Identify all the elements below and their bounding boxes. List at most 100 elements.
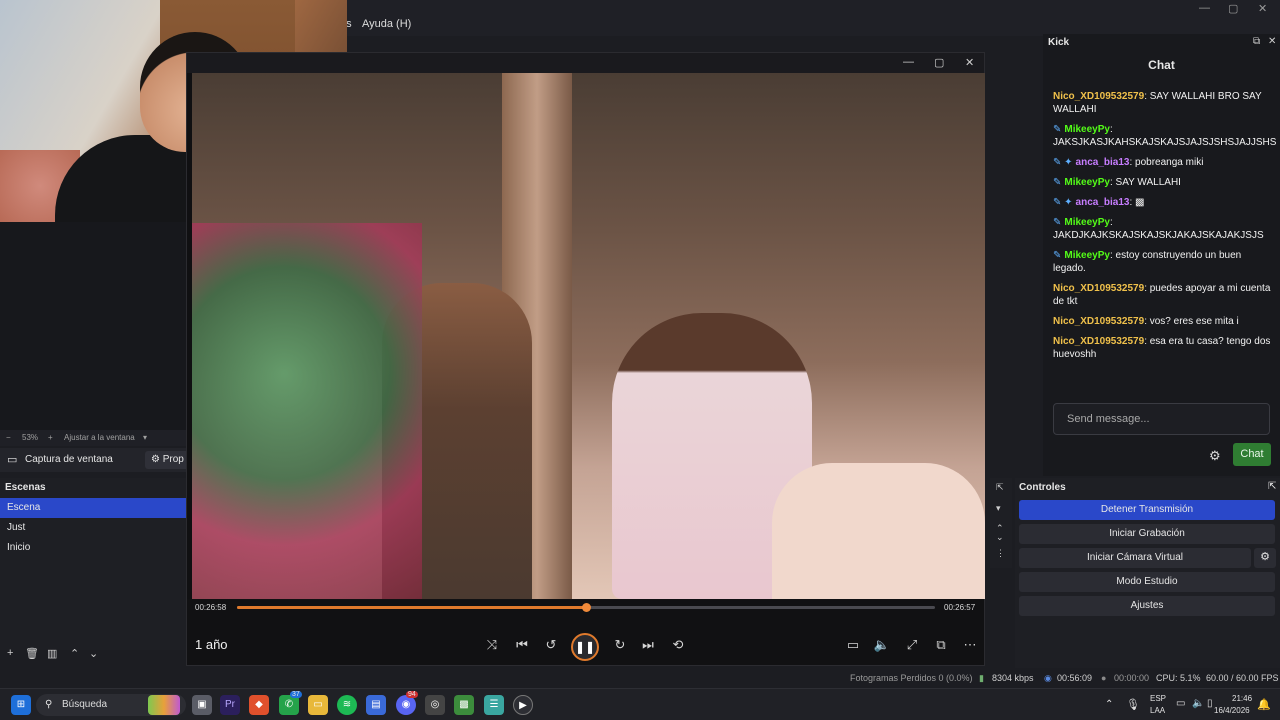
scene-item[interactable]: Inicio xyxy=(0,538,186,558)
dock-menu-icon[interactable]: ⇱ xyxy=(996,482,1004,493)
chat-username[interactable]: MikeeyPy xyxy=(1064,177,1110,188)
pause-button[interactable]: ❚❚ xyxy=(571,633,599,661)
maximize-icon[interactable]: ▢ xyxy=(1228,2,1238,15)
studio-mode-button[interactable]: Modo Estudio xyxy=(1019,572,1275,592)
network-icon[interactable]: ▭ xyxy=(1176,698,1185,709)
chat-username[interactable]: Nico_XD109532579 xyxy=(1053,316,1144,327)
chat-username[interactable]: MikeeyPy xyxy=(1064,124,1110,135)
chat-username[interactable]: Nico_XD109532579 xyxy=(1053,91,1144,102)
chat-title: Chat xyxy=(1148,58,1175,72)
stop-stream-button[interactable]: Detener Transmisión xyxy=(1019,500,1275,520)
settings-button[interactable]: Ajustes xyxy=(1019,596,1275,616)
whatsapp-icon[interactable]: ✆ xyxy=(279,695,299,715)
bell-icon[interactable]: 🔔 xyxy=(1257,698,1271,711)
time-total: 00:26:57 xyxy=(944,603,976,612)
menu-item-help[interactable]: Ayuda (H) xyxy=(362,18,411,30)
filter-icon[interactable]: ▥ xyxy=(47,647,57,660)
expand-icon[interactable]: ⤢ xyxy=(903,637,921,653)
brave-icon[interactable]: ◆ xyxy=(249,695,269,715)
controls-dock: Controles ⇱ Detener Transmisión Iniciar … xyxy=(1015,478,1280,668)
undock-icon[interactable]: ⧉ xyxy=(1253,36,1260,47)
chat-message: ✎ ✦ anca_bia13: ▩ xyxy=(1053,196,1275,209)
close-icon[interactable]: ✕ xyxy=(1258,2,1267,15)
windows-taskbar: ⊞ Búsqueda ⚲ ▣ Pr ◆ ✆ 37 ▭ ≋ ▤ ◉ 94 ◎ ▩ … xyxy=(0,688,1280,720)
seek-bar[interactable] xyxy=(237,603,935,612)
undock-icon[interactable]: ⇱ xyxy=(1268,481,1276,492)
record-time: 00:00:00 xyxy=(1114,673,1150,683)
chat-username[interactable]: MikeeyPy xyxy=(1064,250,1110,261)
bitrate: 8304 kbps xyxy=(992,673,1034,683)
popout-icon[interactable]: ⧉ xyxy=(932,637,950,653)
start-icon[interactable]: ⊞ xyxy=(11,695,31,715)
widgets-icon[interactable] xyxy=(148,695,180,715)
trash-icon[interactable]: 🗑 xyxy=(25,647,39,660)
zoom-out-icon[interactable]: − xyxy=(6,433,11,442)
chat-send-button[interactable]: Chat xyxy=(1233,443,1271,466)
chat-text: pobreanga miki xyxy=(1135,157,1204,168)
chat-text: vos? eres ese mita i xyxy=(1149,316,1239,327)
gear-icon[interactable]: ⚙ xyxy=(1209,448,1221,464)
controls-header: Controles xyxy=(1019,482,1066,493)
clock-date[interactable]: 16/4/2026 xyxy=(1214,706,1250,715)
microphone-icon[interactable]: 🎙 xyxy=(1126,698,1140,711)
stream-icon: ◉ xyxy=(1044,673,1052,683)
more-icon[interactable]: ⋯ xyxy=(961,637,979,653)
minecraft-icon[interactable]: ▩ xyxy=(454,695,474,715)
virtual-camera-button[interactable]: Iniciar Cámara Virtual xyxy=(1019,548,1251,568)
move-down-icon[interactable]: ⌄ xyxy=(996,532,1004,543)
virtual-camera-settings-button[interactable]: ⚙ xyxy=(1254,548,1276,568)
properties-button[interactable]: ⚙ Prop xyxy=(145,451,190,469)
language-top[interactable]: ESP xyxy=(1150,694,1166,703)
miniplayer-icon[interactable]: ▭ xyxy=(844,637,862,653)
scene-item[interactable]: Just xyxy=(0,518,186,538)
obs-preview-area[interactable] xyxy=(0,222,190,430)
fit-window-select[interactable]: Ajustar a la ventana xyxy=(64,433,135,442)
maximize-icon[interactable]: ▢ xyxy=(934,56,944,69)
chevron-up-icon[interactable]: ⌃ xyxy=(1105,699,1113,710)
spotify-icon[interactable]: ≋ xyxy=(337,695,357,715)
move-down-icon[interactable]: ⌄ xyxy=(89,647,98,660)
forward-icon[interactable]: ↻ xyxy=(611,637,629,653)
language-bottom[interactable]: LAA xyxy=(1150,706,1165,715)
next-icon[interactable]: ⏭ xyxy=(639,637,657,653)
notes-icon[interactable]: ☰ xyxy=(484,695,504,715)
volume-icon[interactable]: 🔈 xyxy=(1192,698,1204,709)
rewind-icon[interactable]: ↺ xyxy=(542,637,560,653)
store-icon[interactable]: ▤ xyxy=(366,695,386,715)
whatsapp-badge: 37 xyxy=(290,691,302,698)
minimize-icon[interactable]: — xyxy=(1199,2,1210,14)
premiere-icon[interactable]: Pr xyxy=(220,695,240,715)
minimize-icon[interactable]: — xyxy=(903,56,914,68)
media-player-icon[interactable]: ▶ xyxy=(513,695,533,715)
close-icon[interactable]: ✕ xyxy=(1268,36,1276,47)
chevron-down-icon[interactable]: ▾ xyxy=(996,503,1001,514)
more-icon[interactable]: ⋮ xyxy=(996,548,1005,559)
file-explorer-icon[interactable]: ▭ xyxy=(308,695,328,715)
chat-username[interactable]: Nico_XD109532579 xyxy=(1053,283,1144,294)
seek-handle[interactable] xyxy=(582,603,591,612)
video-frame[interactable] xyxy=(192,73,985,599)
task-view-icon[interactable]: ▣ xyxy=(192,695,212,715)
chat-username[interactable]: anca_bia13 xyxy=(1076,197,1130,208)
chevron-down-icon[interactable]: ▾ xyxy=(143,433,147,442)
zoom-in-icon[interactable]: + xyxy=(48,433,53,442)
repeat-off-icon[interactable]: ⟲ xyxy=(669,637,687,653)
dropped-frames: Fotogramas Perdidos 0 (0.0%) xyxy=(850,673,973,683)
clock-time[interactable]: 21:46 xyxy=(1232,694,1252,703)
shuffle-icon[interactable]: ⤨ xyxy=(483,637,501,653)
move-up-icon[interactable]: ⌃ xyxy=(70,647,79,660)
chat-username[interactable]: Nico_XD109532579 xyxy=(1053,336,1144,347)
volume-icon[interactable]: 🔈 xyxy=(873,637,891,653)
start-recording-button[interactable]: Iniciar Grabación xyxy=(1019,524,1275,544)
add-scene-icon[interactable]: + xyxy=(7,647,13,659)
scene-item[interactable]: Escena xyxy=(0,498,186,518)
discord-icon[interactable]: ◉ xyxy=(396,695,416,715)
chat-username[interactable]: anca_bia13 xyxy=(1076,157,1130,168)
chat-username[interactable]: MikeeyPy xyxy=(1064,217,1110,228)
chat-message: ✎ MikeeyPy: estoy construyendo un buen le… xyxy=(1053,249,1275,275)
battery-icon[interactable]: ▯ xyxy=(1207,698,1213,709)
obs-icon[interactable]: ◎ xyxy=(425,695,445,715)
chat-input[interactable]: Send message... xyxy=(1053,403,1270,435)
previous-icon[interactable]: ⏮ xyxy=(513,637,531,653)
close-icon[interactable]: ✕ xyxy=(965,56,974,69)
